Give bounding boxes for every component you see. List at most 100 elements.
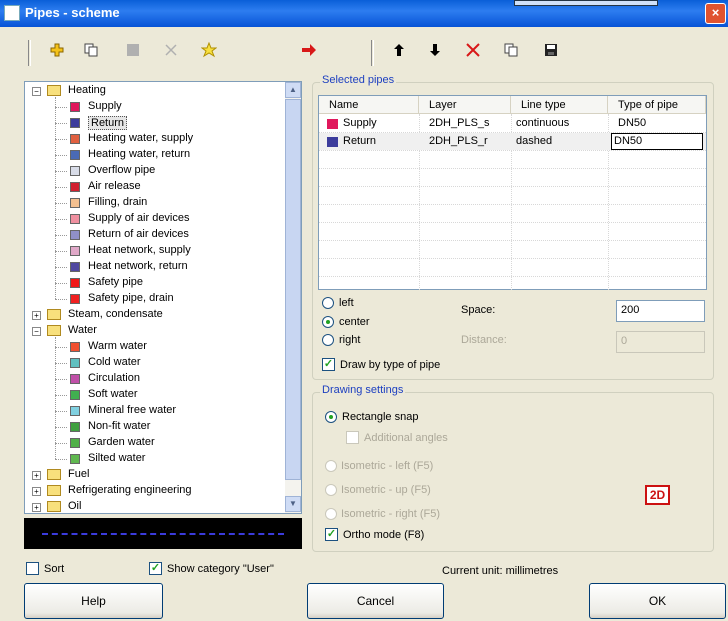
collapse-icon[interactable]: − xyxy=(32,327,41,336)
table-row[interactable]: Return 2DH_PLS_r dashed DN50 xyxy=(319,133,706,150)
expand-icon[interactable]: + xyxy=(32,311,41,320)
help-button[interactable]: Help xyxy=(24,583,163,619)
save-icon[interactable] xyxy=(540,42,562,64)
type-of-pipe-edit-field[interactable]: DN50 xyxy=(611,133,703,150)
tree-item-label: Air release xyxy=(88,180,141,192)
additional-angles-checkbox[interactable] xyxy=(346,431,359,444)
collapse-icon[interactable]: − xyxy=(32,87,41,96)
isometric-right-radio[interactable] xyxy=(325,508,337,520)
stop-icon[interactable] xyxy=(122,42,144,64)
add-icon[interactable] xyxy=(46,42,68,64)
align-right-label: right xyxy=(339,334,361,346)
cell-name: Supply xyxy=(343,117,377,129)
show-user-category-checkbox[interactable]: ✓ xyxy=(149,562,162,575)
expand-icon[interactable]: + xyxy=(32,503,41,512)
delete-icon[interactable] xyxy=(462,42,484,64)
current-unit-text: Current unit: millimetres xyxy=(442,565,559,577)
rectangle-snap-radio[interactable] xyxy=(325,411,337,423)
align-right-radio[interactable] xyxy=(322,334,334,346)
column-header-layer[interactable]: Layer xyxy=(419,96,511,114)
column-header-type-of-pipe[interactable]: Type of pipe xyxy=(608,96,706,114)
tree-item[interactable]: Air release xyxy=(25,179,285,195)
tree-item-label: Cold water xyxy=(88,356,141,368)
tree-group[interactable]: + Oil xyxy=(25,499,285,513)
scrollbar-thumb[interactable] xyxy=(285,99,301,480)
app-icon xyxy=(4,5,20,21)
expand-icon[interactable]: + xyxy=(32,471,41,480)
tree-item[interactable]: Safety pipe, drain xyxy=(25,291,285,307)
tree-item[interactable]: Warm water xyxy=(25,339,285,355)
tree-item[interactable]: Silted water xyxy=(25,451,285,467)
cell-type-of-pipe[interactable]: DN50 xyxy=(608,115,646,131)
align-center-radio[interactable] xyxy=(322,316,334,328)
tree-group[interactable]: + Refrigerating engineering xyxy=(25,483,285,499)
tree-item[interactable]: Non-fit water xyxy=(25,419,285,435)
tree-item[interactable]: Supply xyxy=(25,99,285,115)
tree-item[interactable]: Heating water, supply xyxy=(25,131,285,147)
copy-icon[interactable] xyxy=(80,42,102,64)
copy-icon[interactable] xyxy=(500,42,522,64)
mode-2d-button[interactable]: 2D xyxy=(645,485,670,505)
align-left-radio[interactable] xyxy=(322,297,334,309)
column-header-line-type[interactable]: Line type xyxy=(511,96,608,114)
cancel-button[interactable]: Cancel xyxy=(307,583,444,619)
sort-checkbox[interactable] xyxy=(26,562,39,575)
color-swatch xyxy=(70,214,80,224)
selected-pipes-table[interactable]: Name Layer Line type Type of pipe Supply… xyxy=(318,95,707,290)
favorite-icon[interactable] xyxy=(198,41,220,64)
scroll-down-icon[interactable]: ▼ xyxy=(285,496,301,512)
column-header-name[interactable]: Name xyxy=(319,96,419,114)
color-swatch xyxy=(70,342,80,352)
tree-group[interactable]: − Water xyxy=(25,323,285,339)
arrow-right-icon[interactable] xyxy=(298,42,320,64)
tree-group[interactable]: + Fuel xyxy=(25,467,285,483)
tree-item-label: Safety pipe xyxy=(88,276,144,288)
tree-group[interactable]: + Steam, condensate xyxy=(25,307,285,323)
tree-item[interactable]: Cold water xyxy=(25,355,285,371)
tree-item[interactable]: Overflow pipe xyxy=(25,163,285,179)
color-swatch xyxy=(70,150,80,160)
color-swatch xyxy=(70,262,80,272)
color-swatch xyxy=(70,246,80,256)
move-up-icon[interactable] xyxy=(388,42,410,64)
background-window-fragment xyxy=(514,0,658,6)
tree-item-label: Supply xyxy=(88,100,122,112)
tree-item[interactable]: Mineral free water xyxy=(25,403,285,419)
tree-item[interactable]: Garden water xyxy=(25,435,285,451)
distance-input[interactable]: 0 xyxy=(616,331,705,353)
isometric-up-radio[interactable] xyxy=(325,484,337,496)
tree-item[interactable]: Heat network, supply xyxy=(25,243,285,259)
color-swatch xyxy=(70,198,80,208)
tree-item[interactable]: Filling, drain xyxy=(25,195,285,211)
distance-label: Distance: xyxy=(461,334,507,346)
close-icon[interactable]: × xyxy=(705,3,726,24)
tree-item[interactable]: Return of air devices xyxy=(25,227,285,243)
cell-name: Return xyxy=(343,135,377,147)
isometric-left-radio[interactable] xyxy=(325,460,337,472)
tree-item[interactable]: Soft water xyxy=(25,387,285,403)
ortho-mode-checkbox[interactable]: ✓ xyxy=(325,528,338,541)
draw-by-type-checkbox[interactable]: ✓ xyxy=(322,358,335,371)
selected-pipes-label: Selected pipes xyxy=(320,74,397,86)
tree-item-label: Warm water xyxy=(88,340,147,352)
ok-button[interactable]: OK xyxy=(589,583,726,619)
tree-item[interactable]: Heating water, return xyxy=(25,147,285,163)
table-row[interactable]: Supply 2DH_PLS_s continuous DN50 xyxy=(319,115,706,132)
tree-scrollbar[interactable]: ▲ ▼ xyxy=(285,82,301,513)
move-down-icon[interactable] xyxy=(424,42,446,64)
tree-item[interactable]: Heat network, return xyxy=(25,259,285,275)
space-input[interactable]: 200 xyxy=(616,300,705,322)
isometric-right-label: Isometric - right (F5) xyxy=(341,508,441,520)
expand-icon[interactable]: + xyxy=(32,487,41,496)
tree-item[interactable]: Supply of air devices xyxy=(25,211,285,227)
scroll-up-icon[interactable]: ▲ xyxy=(285,82,301,98)
pipe-category-tree[interactable]: − Heating Supply Return Heating water, suppl… xyxy=(24,81,302,514)
folder-icon xyxy=(47,469,61,480)
tree-item-label: Overflow pipe xyxy=(88,164,156,176)
tree-item[interactable]: Return xyxy=(25,115,285,131)
tree-group[interactable]: − Heating xyxy=(25,83,285,99)
delete-icon[interactable] xyxy=(160,42,182,64)
tree-group-label: Refrigerating engineering xyxy=(68,484,192,496)
tree-item[interactable]: Circulation xyxy=(25,371,285,387)
tree-item[interactable]: Safety pipe xyxy=(25,275,285,291)
